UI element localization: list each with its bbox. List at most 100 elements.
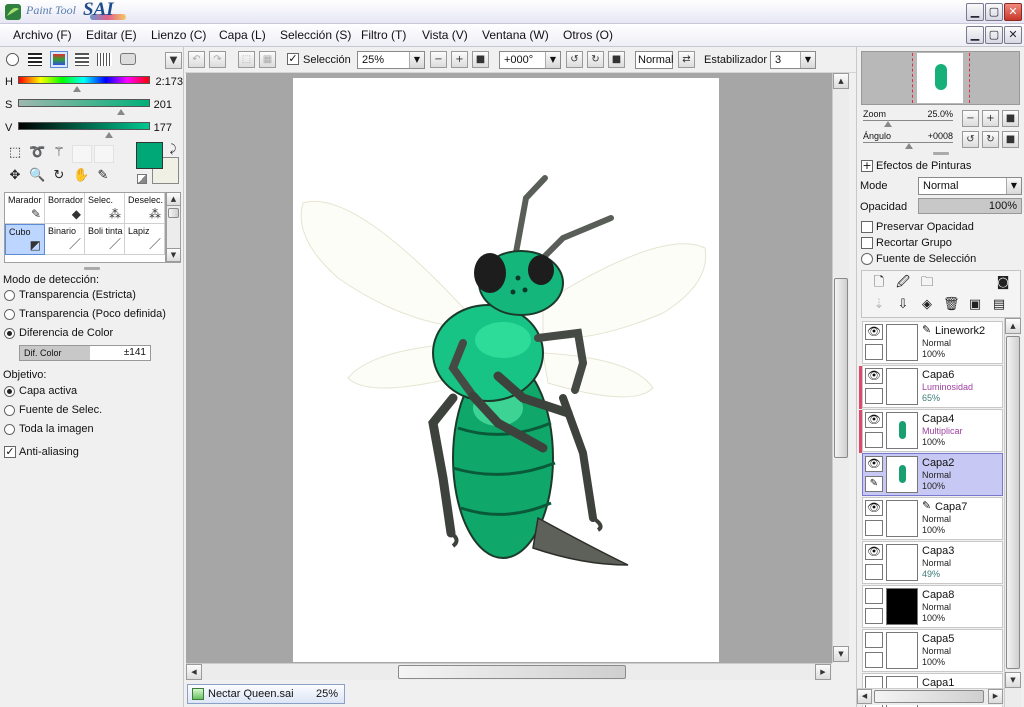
tool-borrador[interactable]: Borrador ◆ (45, 193, 85, 224)
color-difference-slider[interactable]: Dif. Color ±141 (19, 345, 151, 361)
invert-selection-button[interactable]: ▦ (259, 51, 276, 68)
tool-binario[interactable]: Binario ／ (45, 224, 85, 255)
layer-lock-icon[interactable] (865, 344, 883, 360)
canvas-vertical-scrollbar[interactable]: ▲ ▼ (832, 73, 849, 663)
eyedropper-icon[interactable]: ✎ (95, 168, 111, 184)
target-radio-image[interactable] (4, 424, 15, 435)
navigator-preview[interactable] (861, 51, 1020, 105)
menu-vista[interactable]: Vista (V) (422, 28, 468, 42)
tool-lapiz[interactable]: Lapiz ／ (125, 224, 165, 255)
delete-mask-icon[interactable]: ▤ (991, 297, 1007, 313)
maximize-button[interactable]: ▢ (985, 3, 1003, 21)
navigator-angle-handle[interactable] (905, 143, 913, 149)
menu-editar[interactable]: Editar (E) (86, 28, 137, 42)
navigator-zoom-slider[interactable] (863, 120, 953, 121)
layer-visibility-icon[interactable]: 👁 (865, 412, 883, 428)
menu-filtro[interactable]: Filtro (T) (361, 28, 406, 42)
rotate-icon[interactable]: ↻ (51, 168, 67, 184)
preserve-opacity-checkbox[interactable] (861, 221, 873, 233)
menu-lienzo[interactable]: Lienzo (C) (151, 28, 206, 42)
panel-splitter-grip[interactable] (84, 267, 100, 270)
scroll-down-icon[interactable]: ▼ (833, 646, 849, 662)
redo-button[interactable]: ↷ (209, 51, 226, 68)
layer-mask-icon[interactable]: ◙ (995, 275, 1011, 291)
hue-slider[interactable] (18, 76, 150, 84)
new-layer-icon[interactable]: 🗋 (871, 275, 887, 291)
rotate-right-button[interactable]: ↻ (587, 51, 604, 68)
layer-row[interactable]: 👁 Capa3 Normal 49% (862, 541, 1003, 584)
tool-grid-scrollbar[interactable]: ▲ ▼ (166, 192, 181, 263)
layer-lock-icon[interactable] (865, 520, 883, 536)
new-folder-icon[interactable]: 🗀 (919, 275, 935, 291)
canvas-paper[interactable] (293, 78, 719, 662)
menu-archivo[interactable]: Archivo (F) (13, 28, 72, 42)
scroll-right-icon[interactable]: ▶ (988, 689, 1003, 704)
new-linework-layer-icon[interactable]: 🖉 (895, 275, 911, 291)
swap-colors-icon[interactable]: ⤸ (165, 141, 181, 157)
rect-select-icon[interactable]: ⬚ (7, 145, 23, 161)
scratchpad-icon[interactable] (97, 53, 112, 66)
scroll-left-icon[interactable]: ◀ (186, 664, 202, 680)
selection-source-radio[interactable] (861, 253, 873, 265)
opacity-slider[interactable]: 100% (918, 198, 1022, 214)
tool-boli-tinta[interactable]: Boli tinta ／ (85, 224, 125, 255)
layer-visibility-icon[interactable]: 👁 (865, 368, 883, 384)
zoom-reset-button[interactable]: ■ (472, 51, 489, 68)
nav-rotate-reset-button[interactable]: ■ (1002, 131, 1019, 148)
lasso-icon[interactable]: ➰ (29, 145, 45, 161)
doc-minimize-button[interactable]: ▁ (966, 26, 984, 44)
layer-row[interactable]: 👁 Capa4 Multiplicar 100% (859, 409, 1003, 453)
zoom-out-button[interactable]: − (430, 51, 447, 68)
tool-marador[interactable]: Marador ✎ (5, 193, 45, 224)
layer-row[interactable]: 👁 ✎ Capa2 Normal 100% (862, 453, 1003, 496)
scroll-up-icon[interactable]: ▲ (1005, 318, 1021, 334)
paint-effects-label[interactable]: Efectos de Pinturas (876, 160, 971, 172)
merge-down-icon[interactable]: ⇩ (895, 297, 911, 313)
detection-radio-color[interactable] (4, 328, 15, 339)
layer-row[interactable]: 👁 Capa7 ✎ Normal 100% (862, 497, 1003, 540)
panel-splitter-grip[interactable] (933, 152, 949, 155)
clip-group-checkbox[interactable] (861, 237, 873, 249)
rotate-reset-button[interactable]: ■ (608, 51, 625, 68)
layer-visibility-icon[interactable]: 👁 (865, 324, 883, 340)
target-radio-active[interactable] (4, 386, 15, 397)
view-mode-box[interactable]: Normal (635, 51, 673, 69)
tool-cubo[interactable]: Cubo ◩ (5, 224, 45, 255)
blend-mode-combo[interactable]: Normal ▼ (918, 177, 1022, 195)
layer-list-hscrollbar[interactable]: ◀ ▶ (857, 688, 1004, 705)
nav-zoom-in-button[interactable]: + (982, 110, 999, 127)
tool-deselec[interactable]: Deselec. ⁂ (125, 193, 165, 224)
hue-slider-handle[interactable] (73, 86, 81, 92)
menu-ventana[interactable]: Ventana (W) (482, 28, 549, 42)
layer-visibility-icon[interactable]: 👁 (865, 500, 883, 516)
navigator-zoom-handle[interactable] (884, 121, 892, 127)
layer-lock-icon[interactable]: ✎ (865, 476, 883, 492)
layer-visibility-icon[interactable] (865, 632, 883, 648)
horizontal-scroll-thumb[interactable] (398, 665, 626, 679)
value-slider-handle[interactable] (105, 132, 113, 138)
clear-layer-icon[interactable]: ◈ (919, 297, 935, 313)
doc-close-button[interactable]: ✕ (1004, 26, 1022, 44)
layer-row[interactable]: 👁 Capa6 Luminosidad 65% (859, 365, 1003, 409)
color-wheel-icon[interactable] (6, 53, 19, 66)
menu-seleccion[interactable]: Selección (S) (280, 28, 351, 42)
undo-button[interactable]: ↶ (188, 51, 205, 68)
zoom-combo[interactable]: 25% ▼ (357, 51, 425, 69)
angle-combo[interactable]: +000° ▼ (499, 51, 561, 69)
layer-scroll-thumb[interactable] (1006, 336, 1020, 669)
menu-otros[interactable]: Otros (O) (563, 28, 613, 42)
zoom-in-button[interactable]: + (451, 51, 468, 68)
rotate-left-button[interactable]: ↺ (566, 51, 583, 68)
hsv-sliders-icon[interactable] (50, 51, 68, 68)
transfer-down-icon[interactable]: ⇣ (871, 297, 887, 313)
scroll-down-icon[interactable]: ▼ (1005, 672, 1021, 688)
layer-row[interactable]: Capa5 Normal 100% (862, 629, 1003, 672)
value-slider[interactable] (18, 122, 150, 130)
delete-layer-icon[interactable]: 🗑 (943, 297, 960, 313)
scroll-left-icon[interactable]: ◀ (857, 689, 872, 704)
layer-lock-icon[interactable] (865, 564, 883, 580)
selection-checkbox[interactable]: ✓ (287, 53, 299, 65)
detection-radio-loose[interactable] (4, 309, 15, 320)
nav-rotate-left-button[interactable]: ↺ (962, 131, 979, 148)
layer-lock-icon[interactable] (865, 432, 883, 448)
